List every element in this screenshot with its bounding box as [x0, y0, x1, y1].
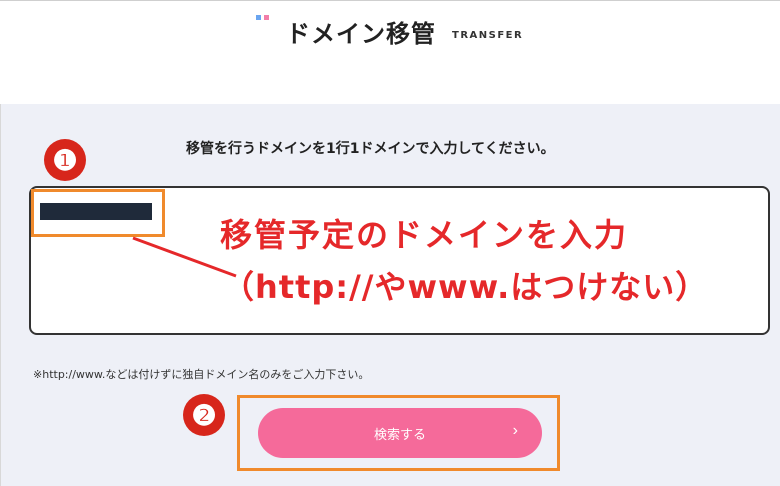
annotation-note-line2: （http://やwww.はつけない）	[222, 268, 709, 306]
annotation-note-line1: 移管予定のドメインを入力	[220, 216, 629, 254]
step-2-badge: ❷	[183, 394, 225, 436]
chevron-right-icon: ›	[512, 422, 518, 439]
step-2-number: ❷	[191, 398, 217, 432]
search-button[interactable]: 検索する ›	[258, 408, 542, 458]
search-button-label: 検索する	[373, 426, 426, 442]
input-hint: ※http://www.などは付けずに独自ドメイン名のみをご入力下さい。	[33, 368, 370, 381]
